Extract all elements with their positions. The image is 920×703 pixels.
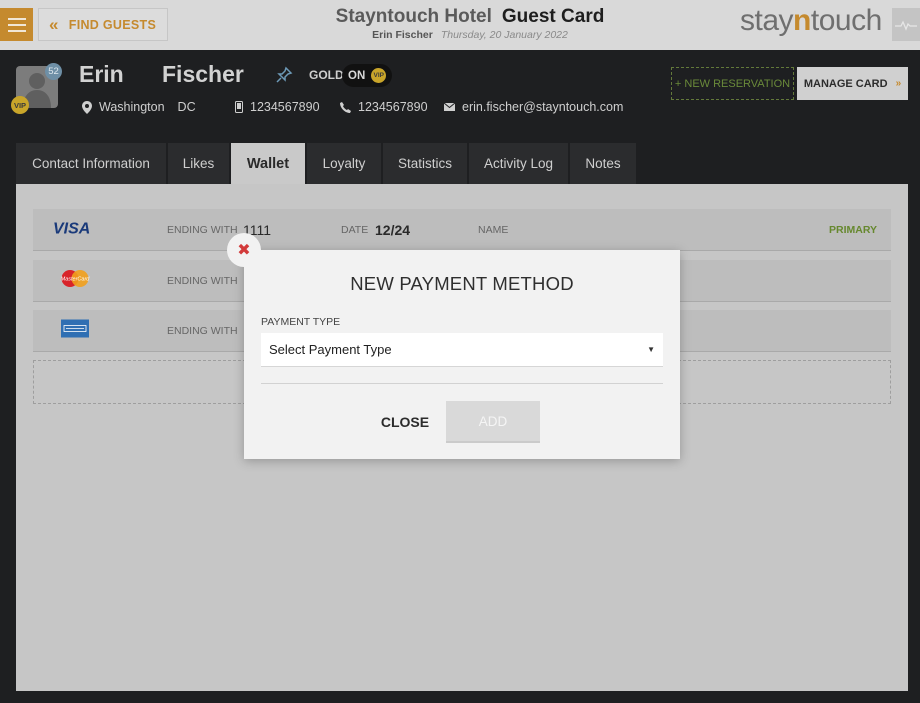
menu-icon-line <box>7 23 26 26</box>
dialog-title: NEW PAYMENT METHOD <box>350 273 574 294</box>
tab-wallet[interactable]: Wallet <box>231 143 305 184</box>
vip-toggle[interactable]: ON VIP <box>342 64 392 87</box>
manage-card-label: MANAGE CARD <box>803 77 888 90</box>
membership-label: GOLD <box>309 68 344 82</box>
primary-badge: PRIMARY <box>829 223 878 236</box>
tab-statistics[interactable]: Statistics <box>383 143 467 184</box>
header-guest-name: Erin Fischer <box>372 29 433 41</box>
ending-with-label: ENDING WITH <box>167 324 238 337</box>
address[interactable]: Washington DC <box>82 99 196 115</box>
phone-number[interactable]: 1234567890 <box>340 99 428 115</box>
tab-activity-log[interactable]: Activity Log <box>469 143 568 184</box>
wallet-card-row[interactable]: VISA ENDING WITH 1111 DATE 12/24 NAME PR… <box>33 209 891 251</box>
page-header: Stayntouch Hotel Guest Card Erin Fischer T… <box>280 6 660 41</box>
manage-card-button[interactable]: MANAGE CARD » <box>797 67 908 100</box>
ending-with-label: ENDING WITH <box>167 223 238 236</box>
phone-icon <box>340 101 351 113</box>
american-express-icon <box>61 319 89 342</box>
header-date: Thursday, 20 January 2022 <box>440 29 568 41</box>
location-pin-icon <box>82 100 92 114</box>
name-label: NAME <box>478 223 509 236</box>
caret-down-icon: ▼ <box>647 345 655 354</box>
ending-with-label: ENDING WITH <box>167 274 238 287</box>
payment-type-select[interactable]: Select Payment Type ▼ <box>261 333 663 367</box>
close-button[interactable]: CLOSE <box>374 401 436 443</box>
card-date-value: 12/24 <box>375 221 411 238</box>
mobile-phone-icon <box>235 101 243 113</box>
new-payment-method-dialog: NEW PAYMENT METHOD PAYMENT TYPE Select P… <box>244 250 680 459</box>
hotel-name: Stayntouch Hotel <box>335 6 492 27</box>
menu-button[interactable] <box>0 8 33 41</box>
payment-type-placeholder: Select Payment Type <box>269 342 392 357</box>
menu-icon-line <box>7 29 26 32</box>
menu-icon-line <box>7 17 26 20</box>
brand-logo: stayntouch <box>740 4 882 38</box>
double-chevron-left-icon: « <box>49 15 59 34</box>
guest-city: Washington <box>99 100 165 114</box>
phone-value: 1234567890 <box>358 100 428 114</box>
tab-notes[interactable]: Notes <box>570 143 636 184</box>
date-label: DATE <box>341 223 369 236</box>
top-bar: « FIND GUESTS Stayntouch Hotel Guest Card… <box>0 0 920 50</box>
mobile-number[interactable]: 1234567890 <box>235 99 320 115</box>
double-chevron-down-icon: » <box>895 78 902 89</box>
envelope-icon <box>444 103 455 111</box>
toggle-state: ON <box>348 69 366 82</box>
email-address[interactable]: erin.fischer@stayntouch.com <box>444 99 623 115</box>
add-button[interactable]: ADD <box>446 401 540 443</box>
brand-text-2: n <box>793 4 811 37</box>
find-guests-label: FIND GUESTS <box>68 17 157 32</box>
pin-icon[interactable] <box>275 66 293 89</box>
svg-text:MasterCard: MasterCard <box>61 276 90 282</box>
tab-bar: Contact Information Likes Wallet Loyalty… <box>16 143 636 184</box>
tab-loyalty[interactable]: Loyalty <box>307 143 381 184</box>
guest-state: DC <box>177 100 196 114</box>
visa-icon: VISA <box>53 219 97 240</box>
brand-text-1: stay <box>740 4 794 37</box>
toggle-vip-badge: VIP <box>371 68 387 83</box>
find-guests-button[interactable]: « FIND GUESTS <box>38 8 168 41</box>
page-subtitle: Erin Fischer Thursday, 20 January 2022 <box>280 29 660 41</box>
page-title-text: Guest Card <box>501 6 605 27</box>
tab-contact-information[interactable]: Contact Information <box>16 143 166 184</box>
page-title: Stayntouch Hotel Guest Card <box>280 6 660 28</box>
activity-pulse-button[interactable] <box>892 8 920 41</box>
tab-likes[interactable]: Likes <box>168 143 229 184</box>
vip-badge: VIP <box>11 96 29 114</box>
new-reservation-button[interactable]: + NEW RESERVATION <box>671 67 794 100</box>
dialog-divider <box>261 383 663 384</box>
stay-count-badge: 52 <box>45 63 62 80</box>
mobile-value: 1234567890 <box>250 100 320 114</box>
email-value: erin.fischer@stayntouch.com <box>462 100 624 114</box>
pulse-icon <box>895 19 917 31</box>
guest-first-name[interactable]: Erin <box>79 61 124 88</box>
mastercard-icon: MasterCard <box>60 269 90 292</box>
brand-text-3: touch <box>810 4 882 37</box>
close-icon[interactable]: ✖ <box>227 233 261 267</box>
svg-text:VISA: VISA <box>53 220 90 235</box>
guest-last-name[interactable]: Fischer <box>162 61 244 88</box>
payment-type-label: PAYMENT TYPE <box>261 316 341 328</box>
